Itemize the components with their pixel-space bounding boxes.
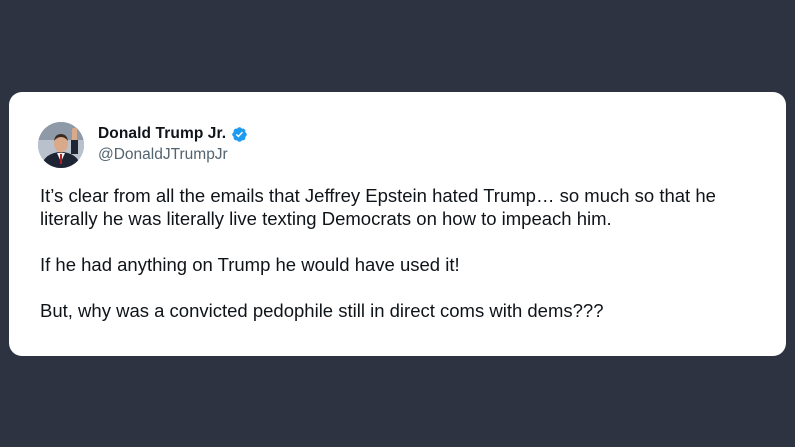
tweet-paragraph: But, why was a convicted pedophile still… xyxy=(40,300,604,321)
verified-badge-icon xyxy=(231,126,248,143)
author-handle[interactable]: @DonaldJTrumpJr xyxy=(98,146,248,164)
tweet-text: It’s clear from all the emails that Jeff… xyxy=(40,184,770,345)
avatar[interactable] xyxy=(38,122,84,168)
tweet-author: Donald Trump Jr. @DonaldJTrumpJr xyxy=(98,124,248,164)
author-name-row: Donald Trump Jr. xyxy=(98,124,248,144)
avatar-photo xyxy=(38,122,84,168)
tweet-paragraph: If he had anything on Trump he would hav… xyxy=(40,254,460,275)
author-display-name[interactable]: Donald Trump Jr. xyxy=(98,125,226,143)
tweet-card: Donald Trump Jr. @DonaldJTrumpJr It’s cl… xyxy=(9,92,786,356)
tweet-paragraph: It’s clear from all the emails that Jeff… xyxy=(40,185,716,229)
